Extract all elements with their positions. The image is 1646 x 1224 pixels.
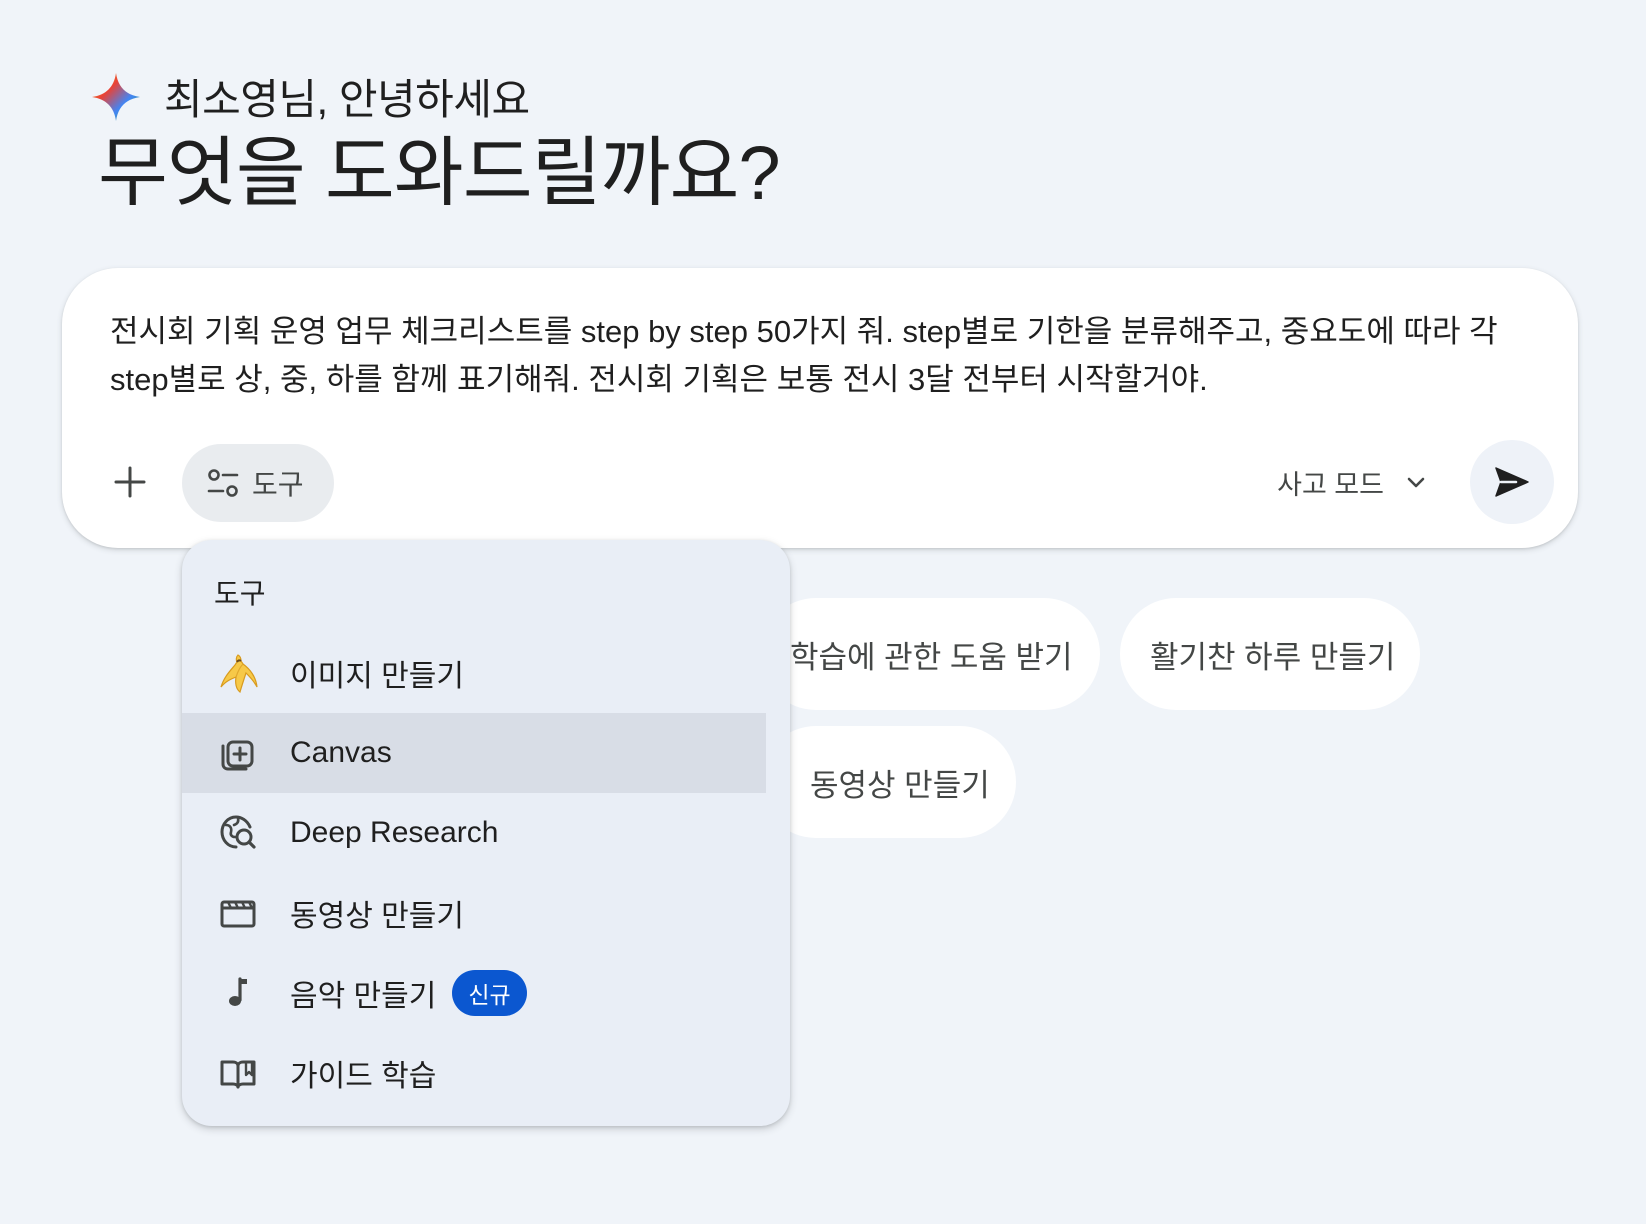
menu-item-create-music[interactable]: 음악 만들기 신규 bbox=[182, 953, 766, 1033]
suggestion-chip-energetic-day[interactable]: 활기찬 하루 만들기 bbox=[1120, 598, 1420, 710]
menu-item-label: 동영상 만들기 bbox=[290, 900, 464, 933]
greeting-row: 최소영님, 안녕하세요 bbox=[90, 66, 530, 127]
mode-select[interactable]: 사고 모드 bbox=[1277, 454, 1428, 510]
tools-menu: 도구 이미지 만들기 Canvas Deep Research 동영상 만들기 … bbox=[182, 540, 790, 1126]
menu-item-guided-learning[interactable]: 가이드 학습 bbox=[182, 1033, 766, 1113]
menu-item-deep-research[interactable]: Deep Research bbox=[182, 793, 766, 873]
open-book-icon bbox=[216, 1051, 260, 1095]
tools-sliders-icon bbox=[207, 469, 239, 497]
page-title: 무엇을 도와드릴까요? bbox=[98, 131, 781, 216]
globe-search-icon bbox=[216, 811, 260, 855]
plus-icon bbox=[114, 466, 146, 498]
send-button[interactable] bbox=[1470, 440, 1554, 524]
chevron-down-icon bbox=[1407, 477, 1425, 488]
gemini-home: 최소영님, 안녕하세요 무엇을 도와드릴까요? 전시회 기획 운영 업무 체크리… bbox=[0, 0, 1646, 1224]
menu-item-canvas[interactable]: Canvas bbox=[182, 713, 766, 793]
music-note-icon bbox=[216, 971, 260, 1015]
mode-label: 사고 모드 bbox=[1277, 469, 1384, 500]
prompt-input[interactable]: 전시회 기획 운영 업무 체크리스트를 step by step 50가지 줘.… bbox=[110, 308, 1530, 404]
menu-item-label: Deep Research bbox=[290, 816, 499, 849]
send-icon bbox=[1495, 467, 1529, 497]
banana-icon bbox=[216, 651, 260, 695]
menu-item-create-video[interactable]: 동영상 만들기 bbox=[182, 873, 766, 953]
suggestion-chip-learning[interactable]: 학습에 관한 도움 받기 bbox=[760, 598, 1100, 710]
clapperboard-icon bbox=[216, 891, 260, 935]
tools-button[interactable]: 도구 bbox=[182, 444, 334, 522]
new-badge: 신규 bbox=[452, 970, 527, 1016]
add-attachment-button[interactable] bbox=[98, 450, 162, 514]
suggestion-chip-video[interactable]: 동영상 만들기 bbox=[760, 726, 1016, 838]
menu-item-label: Canvas bbox=[290, 736, 392, 769]
menu-item-label: 음악 만들기 bbox=[290, 980, 437, 1013]
greeting-name: 최소영님, 안녕하세요 bbox=[164, 76, 530, 123]
prompt-input-card[interactable]: 전시회 기획 운영 업무 체크리스트를 step by step 50가지 줘.… bbox=[62, 268, 1578, 548]
canvas-icon bbox=[216, 731, 260, 775]
gemini-spark-icon bbox=[92, 72, 140, 121]
tools-menu-list: 이미지 만들기 Canvas Deep Research 동영상 만들기 음악 … bbox=[182, 633, 766, 1113]
menu-item-create-image[interactable]: 이미지 만들기 bbox=[182, 633, 766, 713]
tools-menu-heading: 도구 bbox=[214, 578, 266, 609]
menu-item-label: 이미지 만들기 bbox=[290, 660, 464, 693]
tools-label: 도구 bbox=[252, 469, 304, 500]
menu-item-label: 가이드 학습 bbox=[290, 1060, 437, 1093]
